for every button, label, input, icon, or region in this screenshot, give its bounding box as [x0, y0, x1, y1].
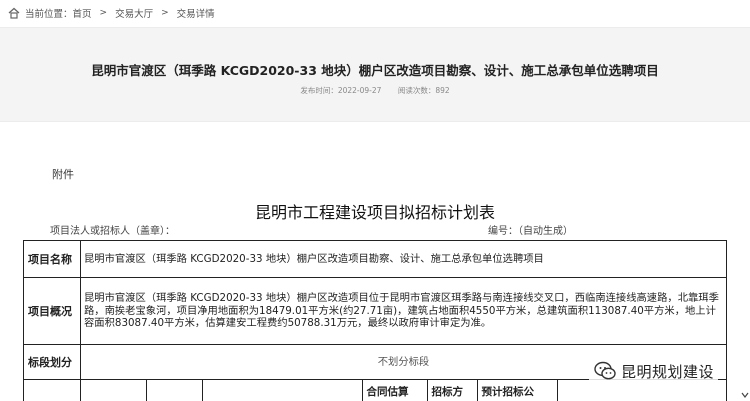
- partial-header-cell: [146, 380, 203, 401]
- breadcrumb-detail-link[interactable]: 交易详情: [177, 6, 215, 20]
- partial-header-contract-estimate: 合同估算: [362, 380, 428, 401]
- page-title: 昆明市官渡区（珥季路 KCGD2020-33 地块）棚户区改造项目勘察、设计、施…: [91, 63, 659, 78]
- article-meta: 发布时间：2022-09-27 阅读次数：892: [0, 85, 750, 96]
- view-count: 阅读次数：892: [397, 86, 450, 95]
- row-label-project-overview: 项目概况: [23, 277, 81, 345]
- partial-header-expected-tender: 预计招标公: [477, 380, 558, 401]
- watermark-text: 昆明规划建设: [621, 362, 715, 381]
- partial-header-tender-method: 招标方: [427, 380, 478, 401]
- breadcrumb-trading-hall-link[interactable]: 交易大厅: [115, 6, 153, 20]
- row-value-project-name: 昆明市官渡区（珥季路 KCGD2020-33 地块）棚户区改造项目勘察、设计、施…: [80, 240, 727, 278]
- home-icon: [8, 7, 20, 19]
- table-row: 项目名称 昆明市官渡区（珥季路 KCGD2020-33 地块）棚户区改造项目勘察…: [23, 240, 727, 278]
- wechat-watermark: 昆明规划建设: [589, 357, 719, 385]
- row-label-project-name: 项目名称: [23, 240, 81, 278]
- document-number-label: 编号：（自动生成）: [488, 226, 573, 237]
- partial-header-cell: [81, 380, 147, 401]
- table-row: 项目概况 昆明市官渡区（珥季路 KCGD2020-33 地块）棚户区改造项目位于…: [23, 277, 727, 345]
- row-value-project-overview: 昆明市官渡区（珥季路 KCGD2020-33 地块）棚户区改造项目位于昆明市官渡…: [80, 277, 727, 345]
- breadcrumb-home-link[interactable]: 当前位置：首页: [25, 6, 92, 20]
- wechat-icon: [594, 361, 616, 380]
- partial-header-cell: [23, 379, 81, 401]
- document-title: 昆明市工程建设项目拟招标计划表: [254, 203, 495, 222]
- breadcrumb-separator: >: [161, 8, 169, 18]
- legal-person-label: 项目法人或招标人（盖章）：: [50, 226, 175, 237]
- article-header: 昆明市官渡区（珥季路 KCGD2020-33 地块）棚户区改造项目勘察、设计、施…: [0, 27, 750, 122]
- breadcrumb-separator: >: [99, 8, 108, 18]
- row-label-section-division: 标段划分: [23, 344, 81, 380]
- partial-header-cell: [202, 380, 363, 401]
- attachment-label: 附件: [52, 168, 74, 181]
- publish-time: 发布时间：2022-09-27: [300, 86, 382, 95]
- breadcrumb: 当前位置：首页 > 交易大厅 > 交易详情: [0, 0, 750, 26]
- arrow-down-icon[interactable]: [740, 389, 750, 401]
